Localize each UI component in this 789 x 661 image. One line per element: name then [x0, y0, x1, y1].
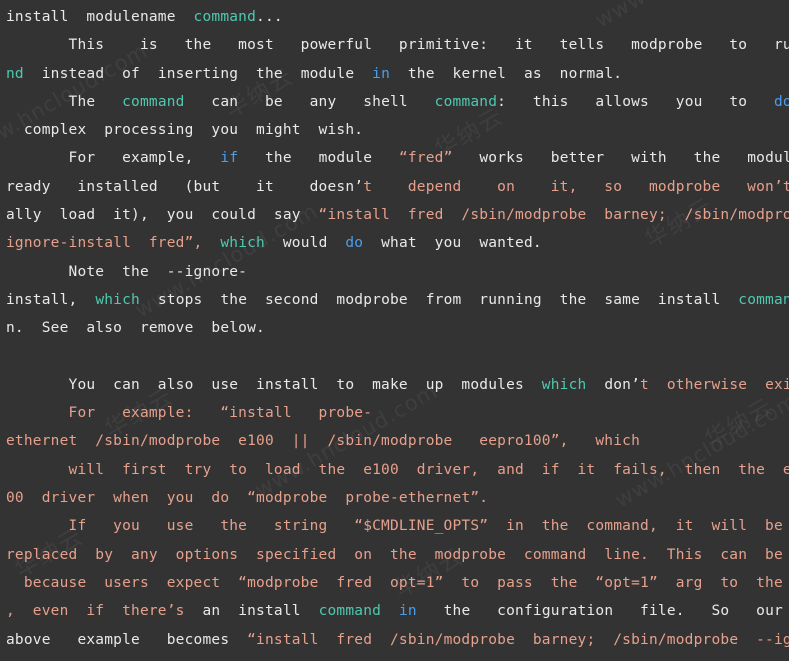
terminal-window[interactable]: www.hncloud.com www.hncloud.com www.hnclou… [0, 0, 789, 661]
text-segment: command [318, 603, 382, 620]
text-segment: would [264, 235, 346, 252]
text-segment: in [381, 603, 417, 620]
text-segment: “install fred /sbin/modprobe barney; /sb… [247, 631, 789, 648]
terminal-line: 00 driver when you do “modprobe probe-et… [0, 484, 789, 512]
text-segment: , even if there’s [6, 603, 203, 620]
terminal-line: because users expect “modprobe fred opt=… [0, 569, 789, 597]
text-segment: ally load it), you could say [6, 207, 319, 224]
text-segment: ignore-install fred”, [6, 235, 221, 252]
terminal-line: You can also use install to make up modu… [0, 371, 789, 399]
text-segment: Note the --ignore- [6, 263, 248, 280]
text-segment: command [193, 9, 257, 25]
text-segment: command [738, 291, 789, 308]
text-segment: stops the second modprobe from running t… [139, 291, 739, 308]
text-segment: ... [256, 9, 283, 25]
text-segment: don’ [586, 376, 641, 393]
text-segment: what you wanted. [363, 235, 542, 252]
text-segment: in [372, 65, 391, 82]
text-segment: replaced by any options specified on the… [6, 546, 789, 563]
text-segment: will first try to load the e100 driver, … [6, 461, 789, 478]
text-segment: The [6, 93, 123, 110]
terminal-line: Note the --ignore- [0, 258, 789, 286]
text-segment: the configuration file. So our [416, 603, 783, 620]
text-segment: the kernel as normal. [390, 65, 623, 82]
terminal-line: For example, if the module “fred” works … [0, 144, 789, 172]
terminal-line: ready installed (but it doesn’t depend o… [0, 173, 789, 201]
text-segment: install modulename [6, 9, 194, 25]
terminal-line: The command can be any shell command: th… [0, 88, 789, 116]
text-segment: which [220, 235, 265, 252]
text-segment: the module [238, 150, 399, 167]
terminal-line: ally load it), you could say “install fr… [0, 201, 789, 229]
text-segment: : this allows you to [497, 93, 774, 110]
terminal-line: replaced by any options specified on the… [0, 541, 789, 569]
terminal-line: install, which stops the second modprobe… [0, 286, 789, 314]
terminal-line: will first try to load the e100 driver, … [0, 456, 789, 484]
text-segment: “fred” [398, 150, 453, 167]
text-segment: n. See also remove below. [6, 320, 265, 337]
terminal-line: For example: “install probe- [0, 399, 789, 427]
text-segment: 00 driver when you do “modprobe probe-et… [6, 490, 489, 507]
text-segment: which [95, 291, 140, 308]
text-segment: can be any shell [184, 93, 435, 110]
text-segment: complex processing you might wish. [6, 122, 364, 139]
text-segment: This is the most powerful primitive: it … [68, 37, 789, 54]
terminal-line: ethernet /sbin/modprobe e100 || /sbin/mo… [0, 427, 789, 455]
terminal-line: This is the most powerful primitive: it … [0, 31, 789, 59]
text-segment: t depend on it, so modprobe won’t automa… [363, 178, 789, 195]
text-segment: which [541, 376, 587, 393]
text-segment: above example becomes [6, 631, 248, 648]
terminal-line: install fred $CMDLINE_OPTS” [0, 654, 789, 661]
text-segment: t otherwise exist. [640, 376, 789, 393]
text-segment: command [122, 93, 185, 110]
terminal-line: nd instead of inserting the module in th… [0, 60, 789, 88]
text-segment: ethernet /sbin/modprobe e100 || /sbin/mo… [6, 433, 641, 450]
text-segment: do [345, 235, 364, 252]
text-segment: “install fred /sbin/modprobe barney; /sb… [318, 207, 789, 224]
terminal-line: above example becomes “install fred /sbi… [0, 626, 789, 654]
text-segment: You can also use install to make up modu… [6, 376, 542, 393]
terminal-line: install modulename command... [0, 3, 789, 31]
text-segment: because users expect “modprobe fred opt=… [6, 574, 789, 591]
text-segment: do [774, 93, 789, 110]
text-segment: if [220, 150, 239, 167]
text-segment: install, [6, 291, 96, 308]
text-segment: ready installed (but it doesn’ [6, 178, 364, 195]
text-segment: works better with the module [479, 150, 789, 167]
terminal-line: , even if there’s an install command in … [0, 597, 789, 625]
text-segment: command [434, 93, 498, 110]
text-segment: an install [202, 603, 319, 620]
text-segment: For example: “install probe- [6, 405, 373, 422]
man-page-text: install modulename command... This is th… [0, 3, 789, 661]
text-segment: instead of inserting the module [23, 65, 373, 82]
terminal-line: n. See also remove below. [0, 314, 789, 342]
text-segment: For example, [6, 150, 221, 167]
text-segment: nd [6, 65, 24, 82]
text-segment: If you use the string “$CMDLINE_OPTS” in… [6, 518, 783, 535]
terminal-line: If you use the string “$CMDLINE_OPTS” in… [0, 512, 789, 540]
terminal-line: complex processing you might wish. [0, 116, 789, 144]
terminal-line: ignore-install fred”, which would do wha… [0, 229, 789, 257]
